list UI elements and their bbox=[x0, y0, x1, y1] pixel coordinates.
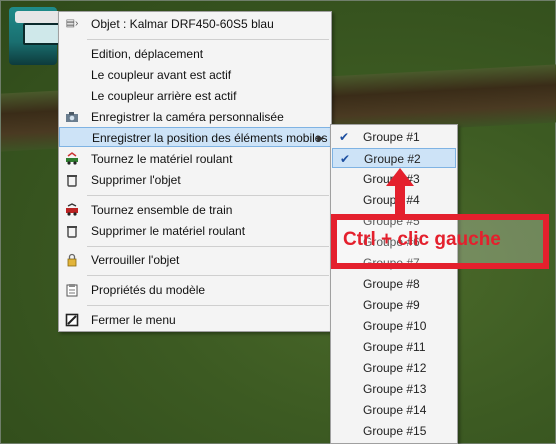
submenu-item-group-2[interactable]: ✔ Groupe #2 bbox=[332, 148, 456, 168]
submenu-item-label: Groupe #13 bbox=[363, 382, 427, 396]
menu-item-label: Le coupleur avant est actif bbox=[91, 68, 232, 82]
menu-separator bbox=[87, 275, 329, 276]
menu-item-delete-rolling-stock[interactable]: Supprimer le matériel roulant bbox=[59, 221, 331, 241]
locomotive-model[interactable] bbox=[9, 7, 65, 65]
menu-item-rear-coupler[interactable]: Le coupleur arrière est actif bbox=[59, 86, 331, 106]
submenu-item-group-1[interactable]: ✔ Groupe #1 bbox=[332, 127, 456, 147]
submenu-item-group-14[interactable]: Groupe #14 bbox=[332, 400, 456, 420]
context-menu: ▤› Objet : Kalmar DRF450-60S5 blau Editi… bbox=[58, 11, 332, 332]
menu-separator bbox=[87, 39, 329, 40]
submenu-item-label: Groupe #9 bbox=[363, 298, 420, 312]
menu-separator bbox=[87, 305, 329, 306]
menu-item-front-coupler[interactable]: Le coupleur avant est actif bbox=[59, 65, 331, 85]
menu-item-label: Supprimer l'objet bbox=[91, 173, 181, 187]
trash-icon bbox=[65, 173, 79, 187]
lock-icon bbox=[65, 253, 79, 267]
menu-item-lock-object[interactable]: Verrouiller l'objet bbox=[59, 250, 331, 270]
properties-icon bbox=[65, 283, 79, 297]
menu-item-label: Edition, déplacement bbox=[91, 47, 204, 61]
submenu-item-label: Groupe #12 bbox=[363, 361, 427, 375]
close-menu-icon bbox=[65, 313, 79, 327]
rotate-train-icon bbox=[65, 203, 79, 217]
menu-item-object-title: ▤› Objet : Kalmar DRF450-60S5 blau bbox=[59, 14, 331, 34]
menu-item-label: Tournez ensemble de train bbox=[91, 203, 233, 217]
menu-item-label: Supprimer le matériel roulant bbox=[91, 224, 246, 238]
menu-item-label: Propriétés du modèle bbox=[91, 283, 206, 297]
submenu-item-group-12[interactable]: Groupe #12 bbox=[332, 358, 456, 378]
submenu-item-group-15[interactable]: Groupe #15 bbox=[332, 421, 456, 441]
submenu-item-label: Groupe #8 bbox=[363, 277, 420, 291]
menu-item-model-properties[interactable]: Propriétés du modèle bbox=[59, 280, 331, 300]
submenu-item-label: Groupe #15 bbox=[363, 424, 427, 438]
submenu-item-label: Groupe #2 bbox=[364, 152, 421, 166]
submenu-item-label: Groupe #11 bbox=[363, 340, 426, 354]
submenu-item-group-10[interactable]: Groupe #10 bbox=[332, 316, 456, 336]
submenu-item-group-9[interactable]: Groupe #9 bbox=[332, 295, 456, 315]
menu-item-label: Verrouiller l'objet bbox=[91, 253, 180, 267]
menu-item-label: Objet : Kalmar DRF450-60S5 blau bbox=[91, 17, 274, 31]
trash-icon bbox=[65, 224, 79, 238]
menu-item-label: Fermer le menu bbox=[91, 313, 176, 327]
submenu-item-label: Groupe #1 bbox=[363, 130, 420, 144]
menu-item-edit-move[interactable]: Edition, déplacement bbox=[59, 44, 331, 64]
menu-item-rotate-vehicle[interactable]: Tournez le matériel roulant bbox=[59, 149, 331, 169]
submenu-item-label: Groupe #10 bbox=[363, 319, 427, 333]
menu-separator bbox=[87, 195, 329, 196]
checkmark-icon: ✔ bbox=[339, 130, 350, 144]
locomotive-window bbox=[23, 23, 61, 45]
menu-item-label: Le coupleur arrière est actif bbox=[91, 89, 237, 103]
menu-item-label: Tournez le matériel roulant bbox=[91, 152, 233, 166]
submenu-item-group-8[interactable]: Groupe #8 bbox=[332, 274, 456, 294]
camera-icon bbox=[65, 110, 79, 124]
menu-separator bbox=[87, 246, 329, 247]
submenu-item-group-13[interactable]: Groupe #13 bbox=[332, 379, 456, 399]
submenu-item-group-11[interactable]: Groupe #11 bbox=[332, 337, 456, 357]
submenu-item-label: Groupe #14 bbox=[363, 403, 427, 417]
rotate-vehicle-icon bbox=[65, 152, 79, 166]
checkmark-icon: ✔ bbox=[340, 152, 351, 166]
menu-item-close-menu[interactable]: Fermer le menu bbox=[59, 310, 331, 330]
menu-item-save-camera[interactable]: Enregistrer la caméra personnalisée bbox=[59, 107, 331, 127]
red-up-arrow-icon bbox=[386, 168, 414, 214]
annotation-callout-text: Ctrl + clic gauche bbox=[343, 229, 501, 250]
menu-item-label: Enregistrer la position des éléments mob… bbox=[92, 131, 328, 145]
object-arrow-icon: ▤› bbox=[65, 18, 79, 29]
menu-item-save-mobile-positions[interactable]: Enregistrer la position des éléments mob… bbox=[59, 127, 331, 147]
menu-item-label: Enregistrer la caméra personnalisée bbox=[91, 110, 284, 124]
menu-item-rotate-train[interactable]: Tournez ensemble de train bbox=[59, 200, 331, 220]
menu-item-delete-object[interactable]: Supprimer l'objet bbox=[59, 170, 331, 190]
submenu-arrow-icon: ▶ bbox=[317, 133, 324, 143]
